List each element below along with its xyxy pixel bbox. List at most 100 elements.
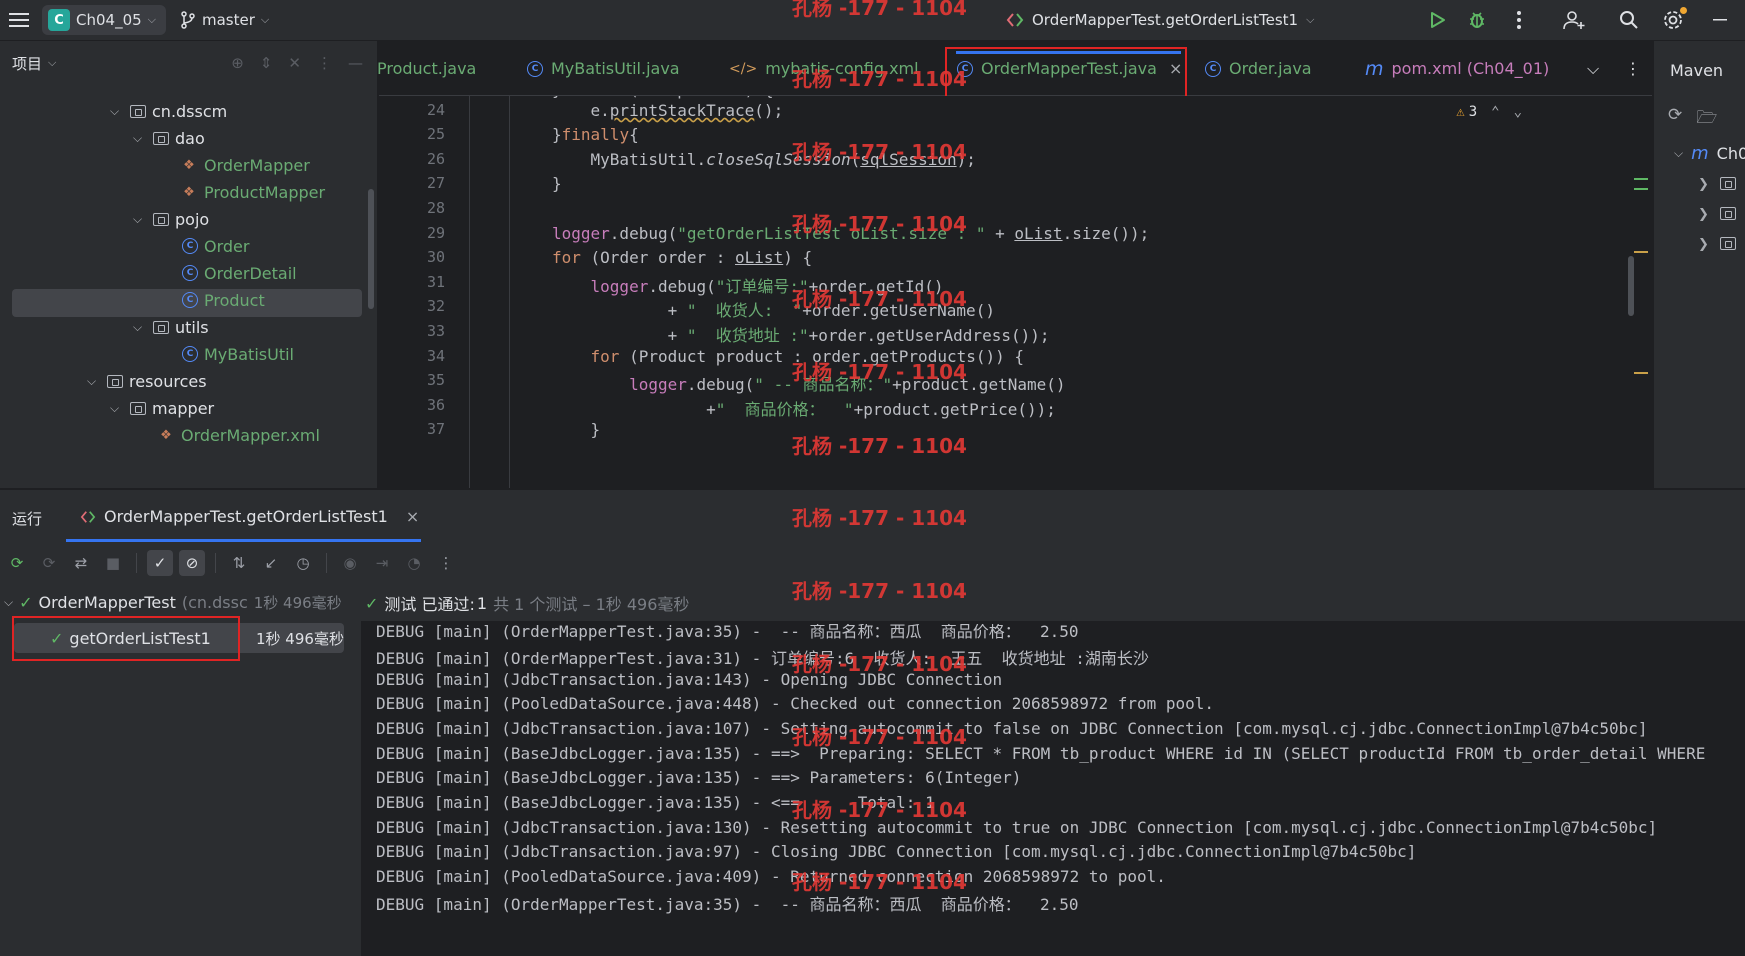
main-menu-icon[interactable] bbox=[0, 0, 38, 40]
chevron-down-icon[interactable]: ⌵ bbox=[48, 56, 56, 70]
chevron-down-icon[interactable]: ⌵ bbox=[110, 104, 124, 119]
folder-icon bbox=[1720, 237, 1736, 250]
tab-pom-xml[interactable]: m pom.xml (Ch04_01) bbox=[1365, 41, 1549, 96]
tree-item[interactable]: ❖ OrderMapper.xml bbox=[157, 421, 320, 449]
hide-panel-icon[interactable]: — bbox=[348, 54, 363, 72]
tab-mybatis-config-xml[interactable]: </> mybatis-config.xml bbox=[729, 41, 919, 96]
run-icon[interactable] bbox=[1417, 0, 1457, 40]
maven-root-label: Ch0 bbox=[1716, 144, 1745, 163]
coverage-gauge-icon[interactable]: ◔ bbox=[401, 550, 427, 576]
history-clock-icon[interactable]: ◷ bbox=[290, 550, 316, 576]
more-actions-icon[interactable] bbox=[1497, 0, 1541, 40]
tree-item[interactable]: ⌵ dao bbox=[133, 124, 205, 152]
test-suite-row[interactable]: ⌵ ✓ OrderMapperTest (cn.dssc 1秒 496毫秒 bbox=[4, 588, 342, 616]
expand-all-icon[interactable]: ⇕ bbox=[260, 54, 273, 72]
chevron-down-icon[interactable]: ⌵ bbox=[87, 374, 101, 389]
add-user-icon[interactable] bbox=[1541, 0, 1607, 40]
tab-product-java[interactable]: Product.java bbox=[377, 41, 476, 96]
project-panel-header: 项目 ⌵ ⊕ ⇕ ✕ ⋮ — bbox=[0, 41, 377, 85]
folder-icon bbox=[1720, 207, 1736, 220]
console-line: DEBUG [main] (JdbcTransaction.java:130) … bbox=[376, 818, 1658, 837]
tree-item[interactable]: C Order bbox=[182, 232, 249, 260]
code-line: logger.debug(" -- 商品名称："+product.getName… bbox=[629, 375, 1066, 394]
collapse-icon[interactable]: ↙ bbox=[258, 550, 284, 576]
project-switcher[interactable]: C Ch04_05 ⌵ bbox=[42, 5, 166, 35]
tab-mybatisutil-java[interactable]: C MyBatisUtil.java bbox=[527, 41, 680, 96]
line-number: 34 bbox=[426, 347, 445, 365]
tree-item[interactable]: ⌵ utils bbox=[133, 313, 209, 341]
run-tab-label: OrderMapperTest.getOrderListTest1 bbox=[104, 507, 388, 526]
chevron-up-icon[interactable]: ⌃ bbox=[1491, 104, 1499, 120]
active-tab-indicator bbox=[66, 539, 421, 542]
tree-item-label: mapper bbox=[152, 398, 215, 418]
project-tool-window: 项目 ⌵ ⊕ ⇕ ✕ ⋮ — ⌵ cn.dsscm ⌵ dao ❖ OrderM… bbox=[0, 41, 378, 488]
xml-mapper-icon: ❖ bbox=[160, 427, 172, 443]
code-line: e.printStackTrace(); bbox=[552, 101, 784, 120]
tree-item[interactable]: C MyBatisUtil bbox=[182, 340, 294, 368]
tab-label: pom.xml (Ch04_01) bbox=[1391, 59, 1550, 78]
project-scrollbar[interactable] bbox=[368, 189, 374, 309]
tree-item[interactable]: ⌵ pojo bbox=[133, 205, 209, 233]
locate-icon[interactable]: ⊕ bbox=[231, 54, 244, 72]
chevron-down-icon[interactable]: ⌵ bbox=[133, 131, 147, 146]
chevron-right-icon[interactable]: ❯ bbox=[1698, 177, 1709, 192]
code-editor[interactable]: 23 24 25 26 27 28 29 30 31 32 33 34 35 3… bbox=[379, 96, 1652, 488]
maven-root-item[interactable]: ⌵ m Ch0 bbox=[1674, 143, 1745, 164]
search-icon[interactable] bbox=[1607, 0, 1651, 40]
rerun-failed-icon[interactable]: ⟳ bbox=[36, 550, 62, 576]
run-tool-window: 运行 OrderMapperTest.getOrderListTest1 × ⟳… bbox=[0, 489, 1745, 956]
code-line: + " 收货人: "+order.getUserName() bbox=[552, 301, 995, 320]
line-number: 28 bbox=[426, 199, 445, 217]
rerun-icon[interactable]: ⟳ bbox=[4, 550, 30, 576]
branch-switcher[interactable]: master ⌵ bbox=[180, 11, 269, 29]
tab-list-chevron-icon[interactable]: ⌵ bbox=[1587, 41, 1599, 96]
add-project-icon[interactable]: 🗁 bbox=[1696, 105, 1717, 134]
chevron-right-icon[interactable]: ❯ bbox=[1698, 207, 1709, 222]
options-icon[interactable]: ⋮ bbox=[317, 54, 332, 72]
console-output[interactable]: ✓ 测试 已通过: 1 共 1 个测试 – 1秒 496毫秒 DEBUG [ma… bbox=[361, 585, 1745, 956]
editor-scrollbar[interactable] bbox=[1628, 256, 1634, 316]
chevron-down-icon[interactable]: ⌄ bbox=[1514, 104, 1522, 120]
project-panel-title[interactable]: 项目 bbox=[12, 53, 42, 74]
tab-order-java[interactable]: C Order.java bbox=[1205, 41, 1312, 96]
tab-label: MyBatisUtil.java bbox=[551, 59, 680, 78]
more-actions-icon[interactable]: ⋮ bbox=[433, 550, 459, 576]
import-icon[interactable]: ⇥ bbox=[369, 550, 395, 576]
camera-icon[interactable]: ◉ bbox=[337, 550, 363, 576]
show-ignored-icon[interactable]: ⊘ bbox=[179, 550, 205, 576]
run-config-selector[interactable]: OrderMapperTest.getOrderListTest1 ⌵ bbox=[1006, 0, 1314, 40]
chevron-down-icon[interactable]: ⌵ bbox=[133, 212, 147, 227]
tree-item[interactable]: ⌵ cn.dsscm bbox=[110, 97, 227, 125]
tab-options-icon[interactable]: ⋮ bbox=[1625, 41, 1641, 96]
line-gutter: 23 24 25 26 27 28 29 30 31 32 33 34 35 3… bbox=[379, 96, 445, 488]
chevron-down-icon[interactable]: ⌵ bbox=[1674, 146, 1683, 161]
tree-item[interactable]: C Product bbox=[182, 286, 265, 314]
tree-item[interactable]: ❖ OrderMapper bbox=[180, 151, 310, 179]
console-line: DEBUG [main] (PooledDataSource.java:448)… bbox=[376, 694, 1215, 713]
collapse-all-icon[interactable]: ✕ bbox=[288, 54, 301, 72]
tree-item[interactable]: C OrderDetail bbox=[182, 259, 297, 287]
chevron-right-icon[interactable]: ❯ bbox=[1698, 237, 1709, 252]
passed-check-icon: ✓ bbox=[365, 593, 379, 613]
tree-item[interactable]: ⌵ resources bbox=[87, 367, 207, 395]
chevron-down-icon[interactable]: ⌵ bbox=[133, 320, 147, 335]
show-passed-icon[interactable]: ✓ bbox=[147, 550, 173, 576]
settings-gear-icon[interactable] bbox=[1651, 0, 1695, 40]
tree-item[interactable]: ❖ ProductMapper bbox=[180, 178, 325, 206]
stop-icon[interactable]: ■ bbox=[100, 550, 126, 576]
reload-icon[interactable]: ⟳ bbox=[1668, 105, 1682, 134]
chevron-down-icon[interactable]: ⌵ bbox=[4, 595, 13, 610]
inspection-widget[interactable]: ⚠ 3 ⌃ ⌄ bbox=[1456, 104, 1522, 120]
minimize-window-button[interactable] bbox=[1695, 0, 1745, 40]
close-tab-icon[interactable]: × bbox=[406, 507, 419, 526]
debug-icon[interactable] bbox=[1457, 0, 1497, 40]
project-name: Ch04_05 bbox=[76, 11, 142, 29]
gutter-marker bbox=[1634, 178, 1648, 180]
toggle-auto-test-icon[interactable]: ⇄ bbox=[68, 550, 94, 576]
tree-item[interactable]: ⌵ mapper bbox=[110, 394, 214, 422]
sort-icon[interactable]: ⇅ bbox=[226, 550, 252, 576]
run-tab-ordermappertest[interactable]: OrderMapperTest.getOrderListTest1 × bbox=[80, 490, 419, 543]
run-config-name: OrderMapperTest.getOrderListTest1 bbox=[1032, 11, 1299, 29]
junit-icon bbox=[80, 510, 96, 523]
chevron-down-icon[interactable]: ⌵ bbox=[110, 401, 124, 416]
